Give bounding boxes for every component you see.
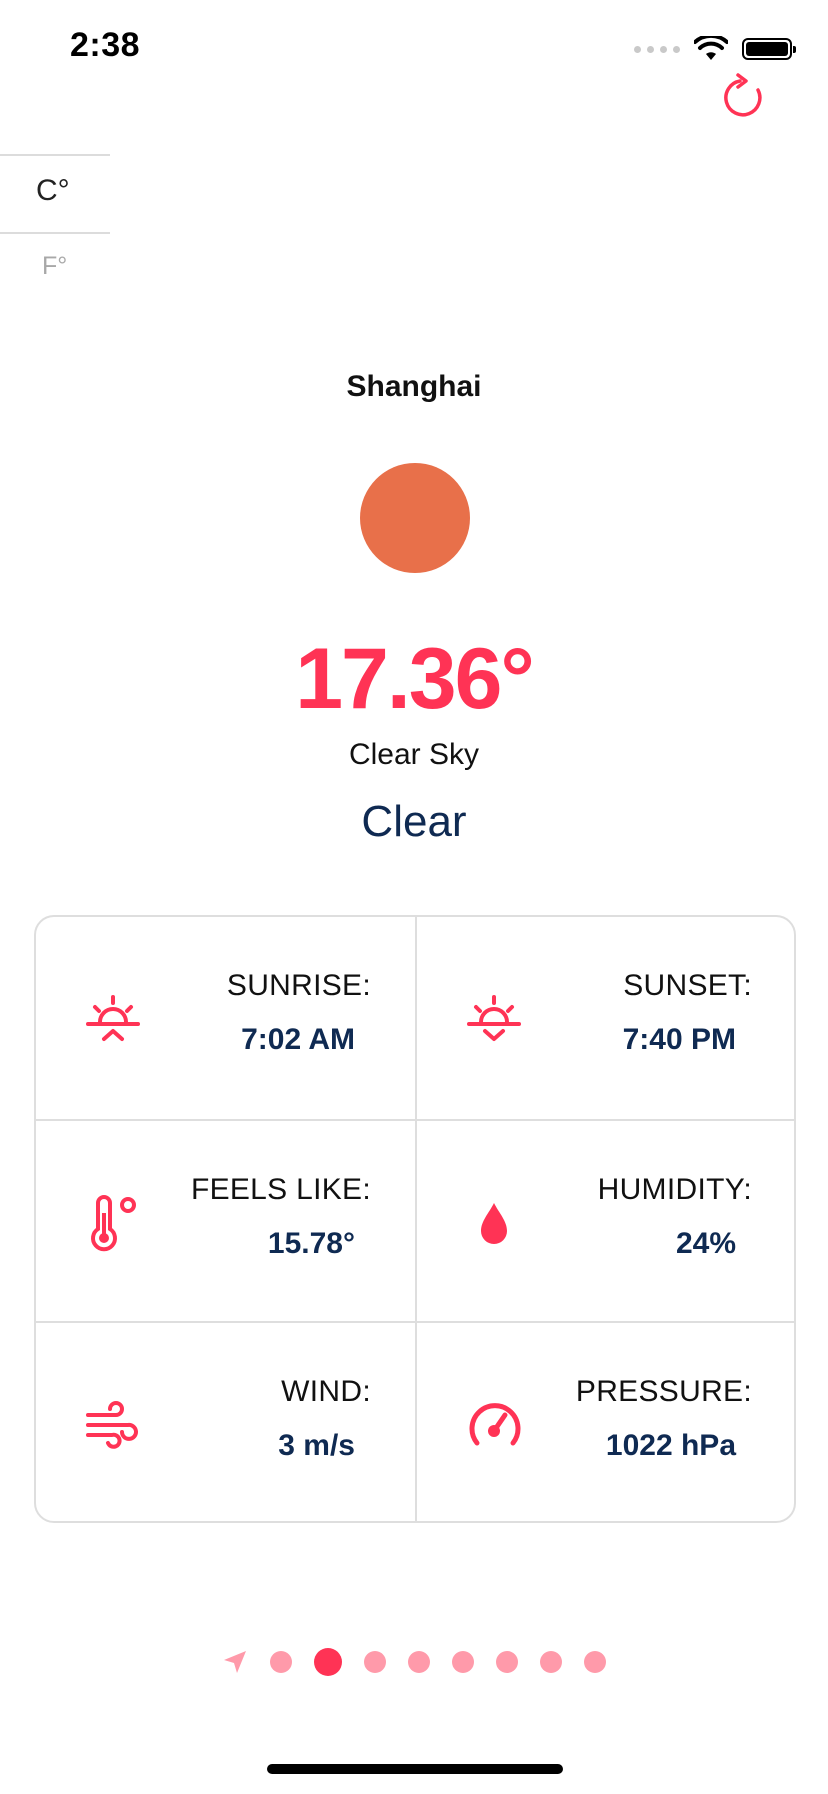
page-dot[interactable] <box>364 1651 386 1673</box>
location-arrow-icon[interactable] <box>222 1649 248 1675</box>
page-indicator[interactable] <box>0 1648 828 1676</box>
pressure-label: PRESSURE: <box>575 1375 752 1408</box>
page-dot[interactable] <box>496 1651 518 1673</box>
sunset-cell: SUNSET: 7:40 PM <box>417 917 794 1119</box>
sun-icon <box>360 463 470 573</box>
sunrise-icon <box>86 995 140 1041</box>
wind-cell: WIND: 3 m/s <box>36 1323 415 1521</box>
thermometer-icon <box>91 1195 136 1252</box>
page-dot[interactable] <box>408 1651 430 1673</box>
pressure-cell: PRESSURE: 1022 hPa <box>417 1323 794 1521</box>
sunrise-label: SUNRISE: <box>226 969 371 1002</box>
weather-description: Clear Sky <box>348 738 480 771</box>
humidity-cell: HUMIDITY: 24% <box>417 1121 794 1323</box>
sunset-label: SUNSET: <box>623 969 752 1002</box>
wind-label: WIND: <box>281 1375 371 1408</box>
fahrenheit-option[interactable]: F° <box>42 252 67 281</box>
wind-value: 3 m/s <box>278 1429 355 1462</box>
battery-icon <box>742 38 796 60</box>
feels-like-label: FEELS LIKE: <box>190 1173 371 1206</box>
cellular-signal-icon <box>634 45 680 53</box>
details-card: SUNRISE: 7:02 AM SUNSET: 7:40 PM FEELS L… <box>34 915 796 1523</box>
sunset-value: 7:40 PM <box>622 1023 736 1056</box>
sunrise-cell: SUNRISE: 7:02 AM <box>36 917 415 1119</box>
unit-divider-bottom <box>0 232 110 234</box>
wifi-icon <box>694 36 728 60</box>
pressure-value: 1022 hPa <box>605 1429 736 1462</box>
page-dot[interactable] <box>270 1651 292 1673</box>
gauge-icon <box>469 1403 521 1446</box>
water-drop-icon <box>481 1203 507 1244</box>
humidity-label: HUMIDITY: <box>597 1173 752 1206</box>
sunrise-value: 7:02 AM <box>241 1023 355 1056</box>
unit-divider-top <box>0 154 110 156</box>
celsius-option[interactable]: C° <box>36 174 70 208</box>
feels-like-value: 15.78° <box>267 1227 355 1260</box>
status-time: 2:38 <box>70 26 141 64</box>
page-dot[interactable] <box>540 1651 562 1673</box>
city-name: Shanghai <box>346 370 482 403</box>
page-dot-active[interactable] <box>314 1648 342 1676</box>
temperature-value: 17.36° <box>295 631 535 727</box>
page-dot[interactable] <box>452 1651 474 1673</box>
weather-main: Clear <box>361 797 467 846</box>
status-indicators <box>634 36 796 62</box>
humidity-value: 24% <box>675 1227 736 1260</box>
home-indicator[interactable] <box>267 1764 563 1774</box>
wind-icon <box>86 1401 138 1449</box>
refresh-icon[interactable] <box>718 72 770 124</box>
sunset-icon <box>467 995 521 1041</box>
page-dot[interactable] <box>584 1651 606 1673</box>
feels-like-cell: FEELS LIKE: 15.78° <box>36 1121 415 1323</box>
